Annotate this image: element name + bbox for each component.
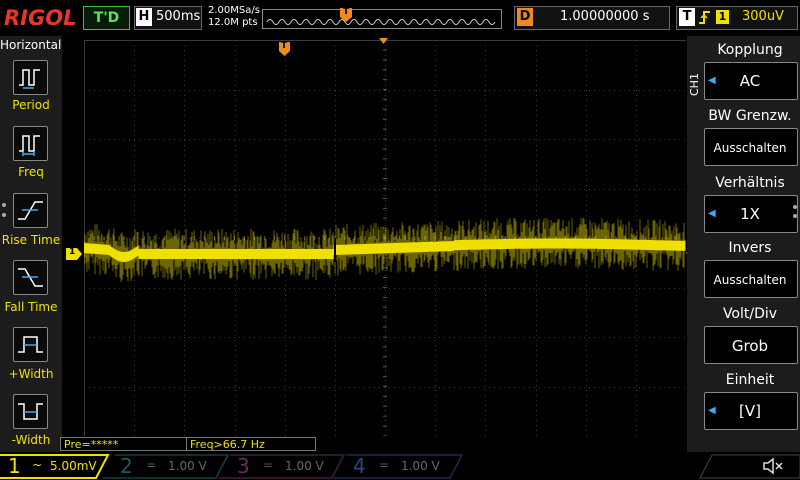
channel-4-number[interactable]: 4	[353, 455, 366, 478]
unit-title: Einheit	[725, 372, 775, 388]
horizontal-label: H	[136, 8, 152, 26]
left-scroll-dot	[2, 213, 6, 217]
channel-2-number[interactable]: 2	[120, 455, 133, 478]
negative-width-button[interactable]	[13, 394, 48, 429]
freq-icon	[19, 135, 40, 156]
right-scroll-dot	[793, 214, 797, 218]
volt-div-value: Grob	[731, 337, 769, 355]
invert-value: Ausschalten	[713, 273, 787, 287]
trigger-position-marker-label: T	[281, 41, 288, 51]
bandwidth-limit-title: BW Grenzw.	[708, 108, 792, 124]
channel-1-coupling: ~	[32, 458, 43, 472]
rise-time-button[interactable]	[13, 193, 48, 228]
channel-3-coupling: =	[263, 458, 274, 472]
period-button[interactable]	[13, 60, 48, 95]
channel-1-number[interactable]: 1	[8, 455, 21, 478]
rise-time-icon	[18, 201, 43, 220]
invert-title: Invers	[728, 240, 772, 256]
left-scroll-dot	[2, 203, 6, 207]
freq-button[interactable]	[13, 126, 48, 161]
coupling-value: AC	[739, 72, 761, 90]
brand-logo: RIGOL	[4, 6, 77, 30]
unit-value: [V]	[739, 402, 761, 420]
channel-tag: CH1	[688, 73, 701, 96]
memory-depth: 12.0M pts	[208, 17, 258, 28]
channel-4-scale: 1.00 V	[401, 459, 440, 473]
probe-ratio-title: Verhältnis	[715, 175, 785, 191]
trigger-level-value: 300uV	[742, 9, 784, 24]
trigger-source-badge: 1	[716, 10, 729, 24]
positive-width-button[interactable]	[13, 327, 48, 362]
channel-1-scale: 5.00mV	[50, 459, 97, 473]
fall-time-icon	[18, 268, 43, 287]
delay-value: 1.00000000 s	[560, 9, 650, 24]
positive-width-label: +Width	[8, 367, 54, 381]
probe-ratio-value: 1X	[740, 205, 760, 223]
bandwidth-limit-value: Ausschalten	[713, 141, 787, 155]
period-icon	[19, 69, 40, 89]
rise-time-label: Rise Time	[1, 233, 61, 247]
negative-width-label: -Width	[11, 433, 51, 447]
measurement-pre: Pre=*****	[60, 437, 188, 451]
sample-rate: 2.00MSa/s	[208, 5, 260, 16]
measurement-freq: Freq>66.7 Hz	[186, 437, 316, 451]
channel-4-coupling: =	[379, 458, 390, 472]
negative-width-icon	[18, 403, 43, 420]
channel-3-number[interactable]: 3	[237, 455, 250, 478]
trigger-status-badge: T'D	[83, 6, 130, 30]
freq-label: Freq	[18, 165, 44, 179]
memory-waveform-icon	[266, 19, 496, 25]
channel-1-offset-marker-label: 1	[69, 247, 76, 257]
center-marker-icon	[379, 38, 388, 44]
channel-2-coupling: =	[146, 458, 157, 472]
measure-menu-title: Horizontal	[0, 38, 62, 52]
right-scroll-dot	[793, 205, 797, 209]
fall-time-button[interactable]	[13, 260, 48, 295]
positive-width-icon	[18, 336, 43, 353]
period-label: Period	[12, 98, 50, 112]
memory-trigger-marker-label: T	[343, 7, 350, 17]
rising-edge-icon	[699, 11, 710, 24]
channel-3-scale: 1.00 V	[285, 459, 324, 473]
speaker-muted-icon[interactable]	[762, 456, 784, 476]
coupling-title: Kopplung	[717, 42, 783, 58]
waveform-display[interactable]	[84, 40, 686, 436]
trigger-label: T	[679, 8, 695, 26]
volt-div-title: Volt/Div	[722, 306, 778, 322]
channel-2-scale: 1.00 V	[168, 459, 207, 473]
memory-overview-bar	[262, 9, 502, 29]
timebase-value: 500ms	[156, 9, 201, 24]
fall-time-label: Fall Time	[4, 300, 58, 314]
delay-label: D	[517, 8, 533, 26]
